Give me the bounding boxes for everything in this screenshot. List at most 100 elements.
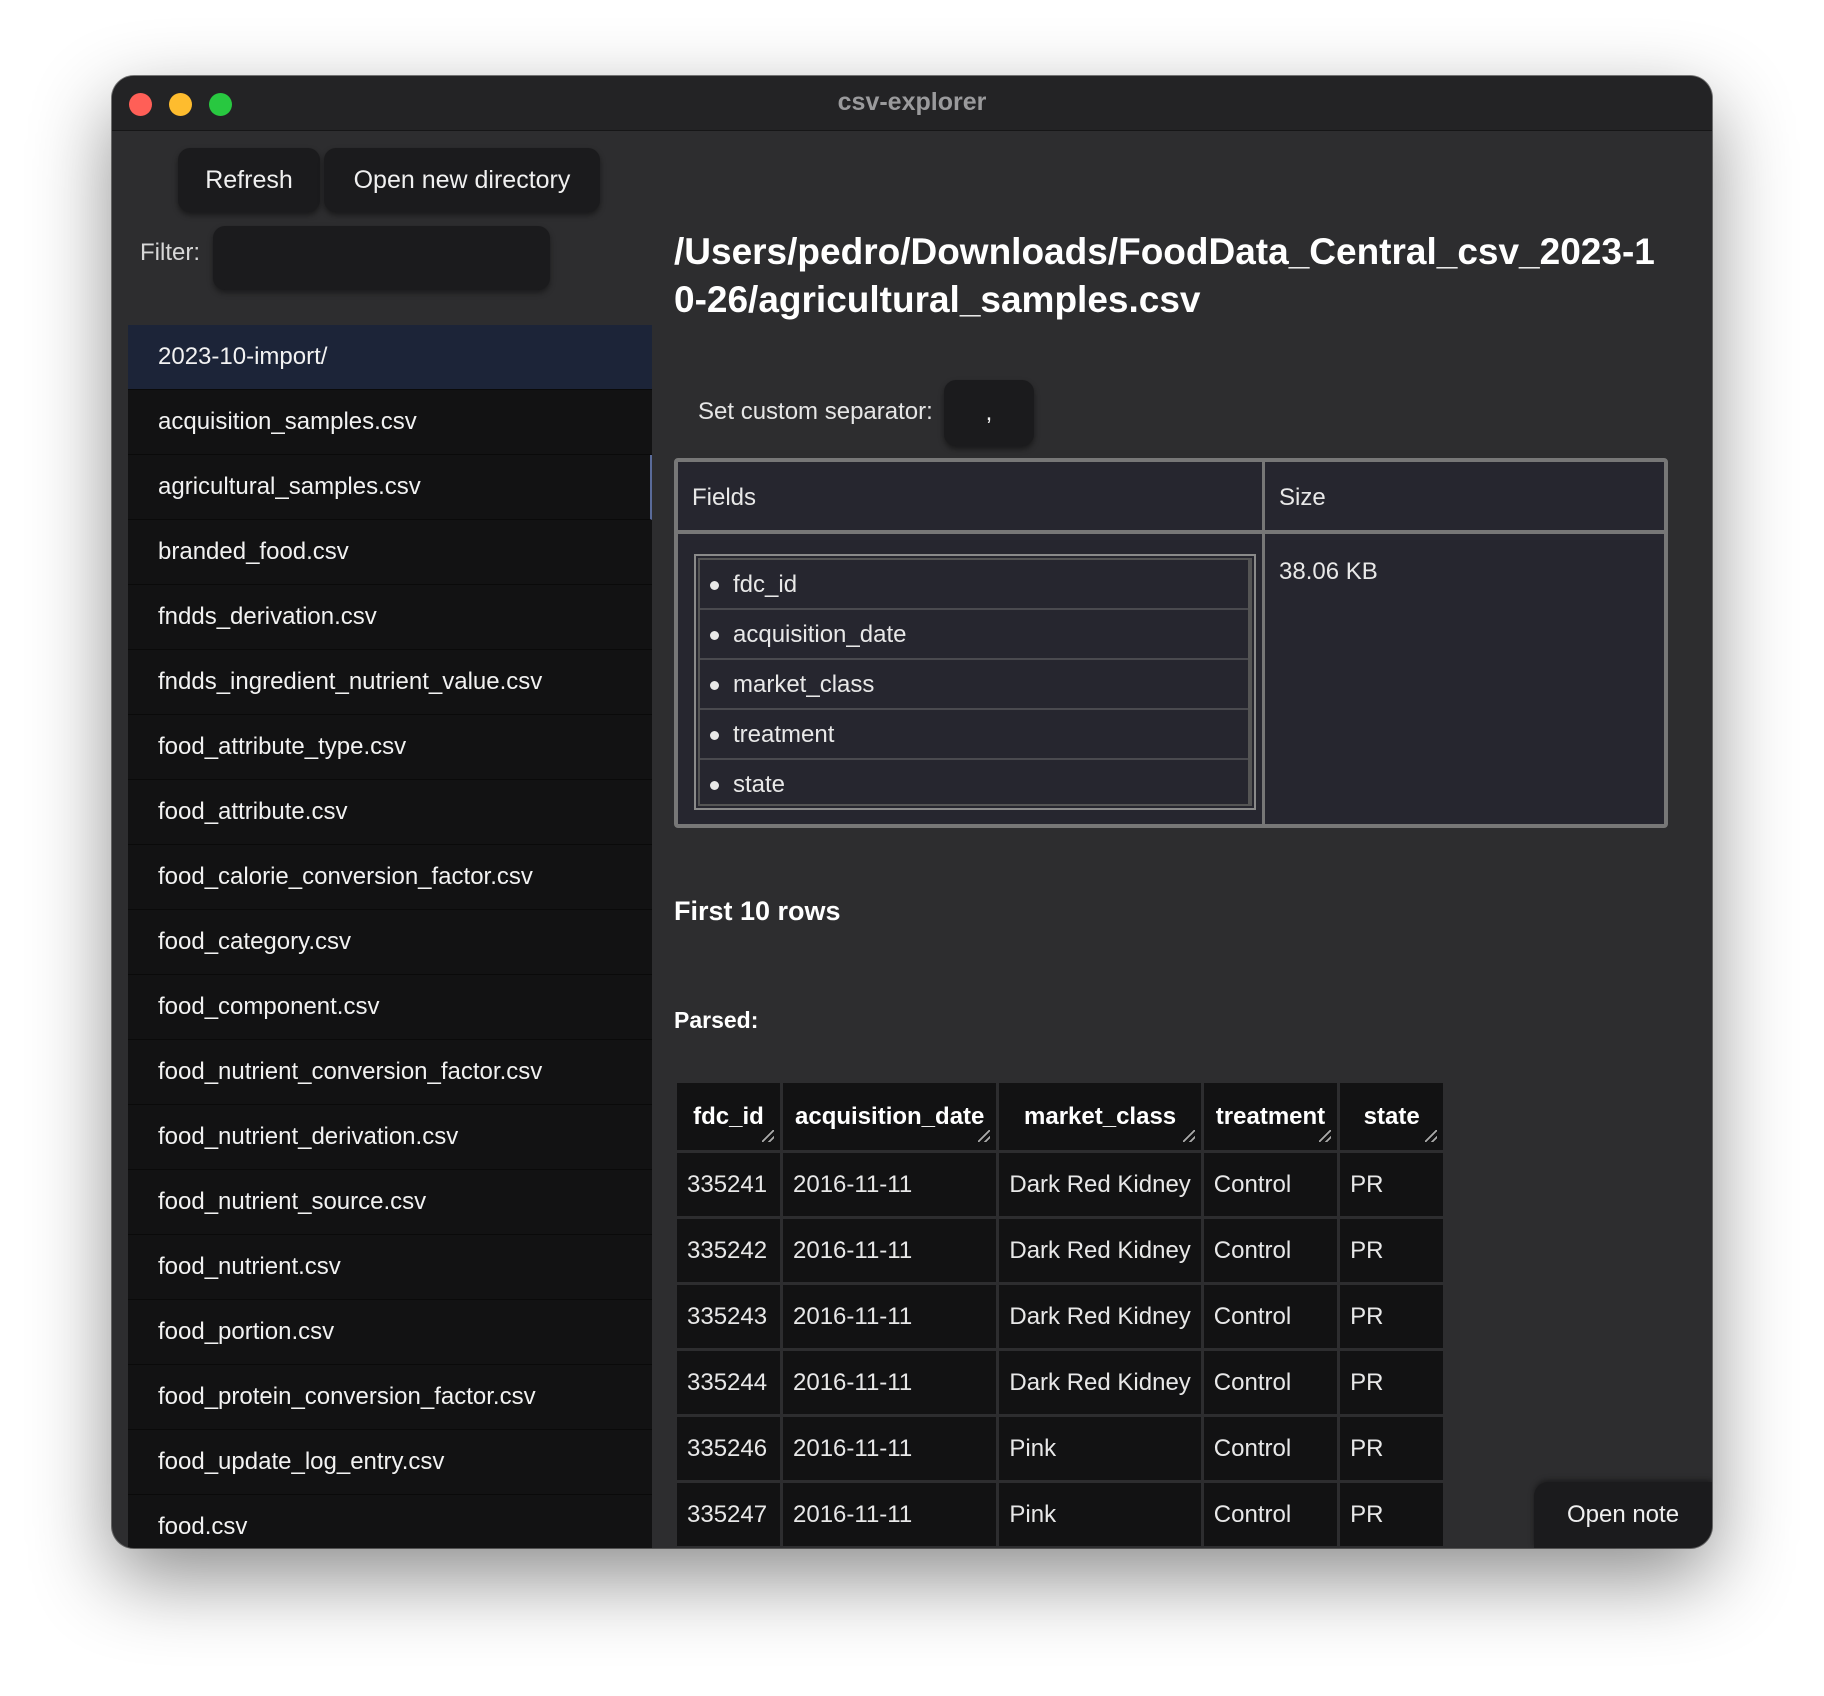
sidebar-file-item[interactable]: food_portion.csv	[128, 1300, 652, 1365]
table-cell: 335244	[674, 1348, 783, 1417]
parsed-heading: Parsed:	[674, 1007, 759, 1033]
sidebar-file-item[interactable]: fndds_derivation.csv	[128, 585, 652, 650]
sidebar-file-item[interactable]: food_nutrient_source.csv	[128, 1170, 652, 1235]
size-header: Size	[1265, 462, 1664, 534]
table-cell: 2016-11-11	[779, 1216, 1000, 1285]
column-header[interactable]: treatment	[1200, 1080, 1341, 1153]
field-name: acquisition_date	[733, 621, 907, 648]
table-cell: PR	[1337, 1216, 1447, 1285]
table-cell: 2016-11-11	[779, 1348, 1000, 1417]
table-cell: Dark Red Kidney	[996, 1282, 1204, 1351]
sidebar-file-item[interactable]: agricultural_samples.csv	[128, 455, 652, 520]
table-row: 335244 2016-11-11 Dark Red Kidney Control PR	[674, 1348, 1447, 1417]
table-cell: 335243	[674, 1282, 783, 1351]
table-cell: PR	[1337, 1546, 1447, 1548]
bullet-icon	[710, 681, 719, 691]
table-cell: Control	[1200, 1150, 1341, 1219]
table-cell: Control	[1200, 1546, 1341, 1548]
table-cell: PR	[1337, 1282, 1447, 1351]
sidebar-file-item[interactable]: food_attribute.csv	[128, 780, 652, 845]
sidebar-file-item[interactable]: acquisition_samples.csv	[128, 390, 652, 455]
sidebar-file-item[interactable]: food_nutrient.csv	[128, 1235, 652, 1300]
file-info-table: Fields fdc_id acquisition_date market_clas…	[674, 458, 1668, 828]
filter-input[interactable]	[213, 226, 550, 290]
table-cell: PR	[1337, 1414, 1447, 1483]
table-row: 335242 2016-11-11 Dark Red Kidney Control PR	[674, 1216, 1447, 1285]
sidebar-file-item[interactable]: food.csv	[128, 1495, 652, 1548]
table-cell: Pink	[996, 1414, 1204, 1483]
first-rows-heading: First 10 rows	[674, 896, 841, 926]
sidebar-file-item[interactable]: food_calorie_conversion_factor.csv	[128, 845, 652, 910]
table-cell: Dark Red Kidney	[996, 1216, 1204, 1285]
parsed-data-table: fdc_id acquisition_date market_class treatm…	[674, 1080, 1447, 1548]
table-cell: Control	[1200, 1414, 1341, 1483]
fields-header: Fields	[678, 462, 1262, 534]
table-row: 335243 2016-11-11 Dark Red Kidney Control PR	[674, 1282, 1447, 1351]
table-cell: PR	[1337, 1348, 1447, 1417]
main-panel: /Users/pedro/Downloads/FoodData_Central_…	[674, 130, 1712, 1548]
title-bar: csv-explorer	[112, 76, 1712, 131]
sidebar-file-item[interactable]: food_nutrient_conversion_factor.csv	[128, 1040, 652, 1105]
table-cell: 2016-11-11	[779, 1414, 1000, 1483]
table-cell: 2016-11-11	[779, 1480, 1000, 1548]
table-cell: Pink	[996, 1480, 1204, 1548]
column-header[interactable]: acquisition_date	[779, 1080, 1000, 1153]
table-body: 335241 2016-11-11 Dark Red Kidney Control PR…	[674, 1150, 1447, 1548]
column-header-label: state	[1363, 1102, 1420, 1130]
separator-input[interactable]	[944, 380, 1034, 446]
size-column: Size 38.06 KB	[1265, 462, 1664, 824]
sidebar-file-item[interactable]: food_component.csv	[128, 975, 652, 1040]
window-title: csv-explorer	[837, 88, 987, 116]
separator-label: Set custom separator:	[698, 398, 933, 425]
table-cell: Dark Red Kidney	[996, 1150, 1204, 1219]
sidebar-file-item[interactable]: branded_food.csv	[128, 520, 652, 585]
open-note-button[interactable]: Open note	[1534, 1482, 1712, 1548]
sidebar-file-item[interactable]: food_update_log_entry.csv	[128, 1430, 652, 1495]
file-list: 2023-10-import/acquisition_samples.csv ag…	[128, 325, 652, 1548]
bullet-icon	[710, 731, 719, 741]
field-name: treatment	[733, 721, 835, 748]
sidebar-file-item[interactable]: fndds_ingredient_nutrient_value.csv	[128, 650, 652, 715]
column-header[interactable]: fdc_id	[674, 1080, 783, 1153]
sidebar-file-item[interactable]: 2023-10-import/	[128, 325, 652, 390]
resize-grip-icon[interactable]	[978, 1130, 991, 1142]
sidebar-file-item[interactable]: food_category.csv	[128, 910, 652, 975]
column-header-label: treatment	[1215, 1102, 1326, 1130]
column-header[interactable]: market_class	[996, 1080, 1204, 1153]
fields-column: Fields fdc_id acquisition_date market_clas…	[678, 462, 1265, 824]
file-size-value: 38.06 KB	[1279, 558, 1378, 585]
table-cell: 335247	[674, 1480, 783, 1548]
field-name: market_class	[733, 671, 875, 698]
table-cell: 335241	[674, 1150, 783, 1219]
fields-list: fdc_id acquisition_date market_classtreatm…	[694, 554, 1256, 810]
table-cell: 2016-11-11	[779, 1546, 1000, 1548]
field-list-item: fdc_id	[700, 560, 1248, 610]
table-cell: Control	[1200, 1480, 1341, 1548]
refresh-button[interactable]: Refresh	[178, 148, 320, 212]
file-path-title: /Users/pedro/Downloads/FoodData_Central_…	[674, 231, 1655, 320]
filter-label: Filter:	[140, 239, 200, 266]
resize-grip-icon[interactable]	[1319, 1130, 1332, 1142]
app-window: csv-explorer Refresh Open new directory …	[112, 76, 1712, 1548]
table-cell: Control	[1200, 1216, 1341, 1285]
table-cell: 335248	[674, 1546, 783, 1548]
table-row: 335241 2016-11-11 Dark Red Kidney Control PR	[674, 1150, 1447, 1219]
fields-list-inner: fdc_id acquisition_date market_classtreatm…	[698, 558, 1252, 806]
bullet-icon	[710, 631, 719, 641]
column-header-label: fdc_id	[693, 1102, 764, 1130]
sidebar-file-item[interactable]: food_protein_conversion_factor.csv	[128, 1365, 652, 1430]
table-cell: Control	[1200, 1348, 1341, 1417]
table-row: 3352482016-11-11PinkControlPR	[674, 1546, 1447, 1548]
sidebar-file-item[interactable]: food_attribute_type.csv	[128, 715, 652, 780]
bullet-icon	[710, 781, 719, 791]
column-header[interactable]: state	[1337, 1080, 1447, 1153]
resize-grip-icon[interactable]	[1425, 1130, 1438, 1142]
table-cell: 2016-11-11	[779, 1282, 1000, 1351]
sidebar-file-item[interactable]: food_nutrient_derivation.csv	[128, 1105, 652, 1170]
open-directory-button[interactable]: Open new directory	[324, 148, 600, 212]
field-list-item: treatment	[700, 710, 1248, 760]
table-cell: 2016-11-11	[779, 1150, 1000, 1219]
resize-grip-icon[interactable]	[1182, 1130, 1195, 1142]
resize-grip-icon[interactable]	[762, 1130, 774, 1142]
field-list-item: state	[700, 760, 1248, 810]
